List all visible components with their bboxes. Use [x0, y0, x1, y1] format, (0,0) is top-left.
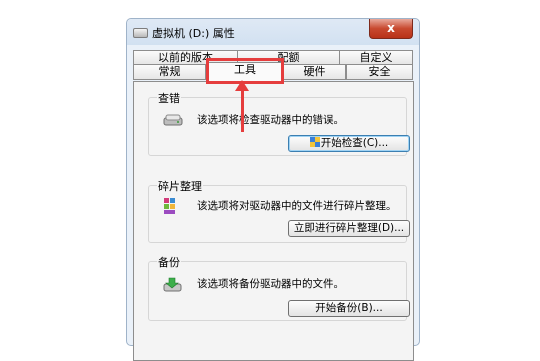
defragment-now-button[interactable]: 立即进行碎片整理(D)... [288, 220, 410, 237]
window-title: 虚拟机 (D:) 属性 [152, 27, 235, 40]
title-bar[interactable]: 虚拟机 (D:) 属性 x [127, 19, 419, 45]
hard-drive-icon [163, 114, 183, 126]
error-check-title: 查错 [157, 90, 181, 106]
tab-security[interactable]: 安全 [346, 64, 413, 80]
defrag-title: 碎片整理 [157, 178, 203, 194]
tab-hardware[interactable]: 硬件 [283, 64, 346, 80]
check-now-button[interactable]: 开始检查(C)... [288, 135, 410, 152]
backup-group: 备份 该选项将备份驱动器中的文件。 开始备份(B)... [148, 254, 410, 321]
defrag-group: 碎片整理 该选项将对驱动器中的文件进行碎片整理。 立即进行碎片整理(D)... [148, 178, 410, 243]
pointer-arrow-shaft [241, 84, 244, 132]
tab-customize[interactable]: 自定义 [339, 50, 413, 65]
shield-icon [309, 137, 320, 147]
close-button[interactable]: x [369, 19, 413, 39]
defrag-icon [164, 198, 175, 214]
check-now-label: 开始检查(C)... [320, 137, 389, 149]
tools-panel: 查错 该选项将检查驱动器中的错误。 开始检查(C)... 碎片整理 该选项将对驱… [133, 81, 414, 361]
backup-title: 备份 [157, 254, 181, 270]
backup-icon [163, 277, 182, 292]
pointer-arrow-icon [235, 80, 249, 91]
error-check-group: 查错 该选项将检查驱动器中的错误。 开始检查(C)... [148, 90, 410, 156]
defrag-description: 该选项将对驱动器中的文件进行碎片整理。 [197, 200, 397, 212]
tab-general[interactable]: 常规 [133, 64, 206, 80]
drive-icon [133, 28, 148, 38]
backup-description: 该选项将备份驱动器中的文件。 [197, 278, 344, 290]
error-check-description: 该选项将检查驱动器中的错误。 [197, 114, 344, 126]
backup-now-button[interactable]: 开始备份(B)... [288, 300, 410, 317]
